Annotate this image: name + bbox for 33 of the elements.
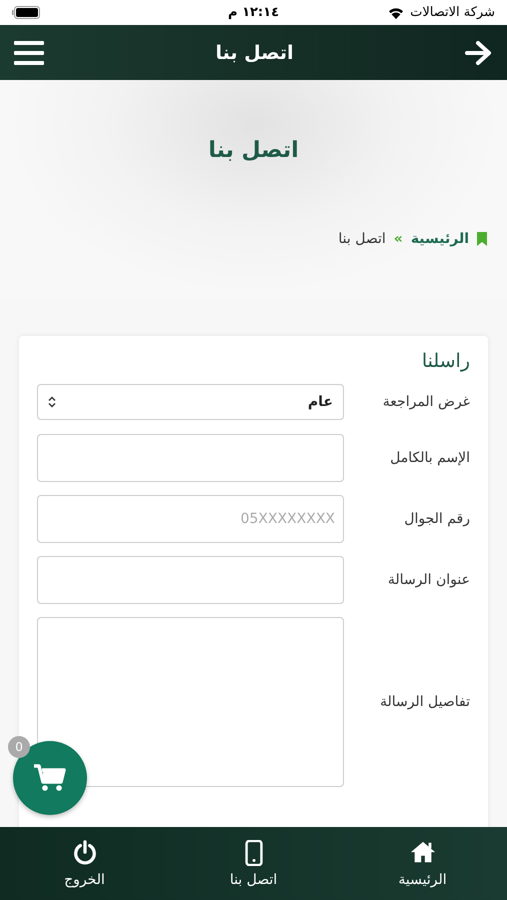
battery-icon [12,6,40,19]
chevron-icon [48,396,56,408]
field-label: تفاصيل الرسالة [378,694,470,710]
nav-item[interactable]: الخروج [24,838,144,888]
carrier-name: شركة الاتصالات [410,5,495,20]
field-label: الإسم بالكامل [389,450,470,466]
select-field[interactable]: عام [37,384,344,420]
cart-icon [34,764,66,792]
breadcrumb-link[interactable]: الرئيسية [410,231,469,247]
form-title: راسلنا [420,350,470,372]
arrow-icon [465,40,493,66]
hero-title: اتصل بنا [208,138,299,163]
field-label: عنوان الرسالة [386,572,470,588]
wifi-icon [387,6,406,20]
input-field[interactable] [37,556,344,604]
message-field[interactable] [37,617,344,787]
cart-count-badge: 0 [8,736,30,758]
bookmark-icon [477,232,487,246]
power-icon [72,840,98,866]
home-icon [410,840,436,866]
status-time: ١٢:١٤ م [228,5,279,20]
breadcrumb-current: اتصل بنا [338,231,386,247]
back-button[interactable] [465,40,493,66]
field-label: غرض المراجعة [382,394,470,410]
nav-item[interactable]: الرئيسية [362,838,482,888]
field-label: رقم الجوال [403,511,470,527]
input-field[interactable]: 05XXXXXXXX [37,495,344,543]
breadcrumb-separator: » [394,231,403,247]
input-field[interactable] [37,434,344,482]
nav-item[interactable]: اتصل بنا [194,838,314,888]
menu-icon [14,40,44,66]
menu-button[interactable] [14,40,44,66]
page-title: اتصل بنا [216,42,294,64]
